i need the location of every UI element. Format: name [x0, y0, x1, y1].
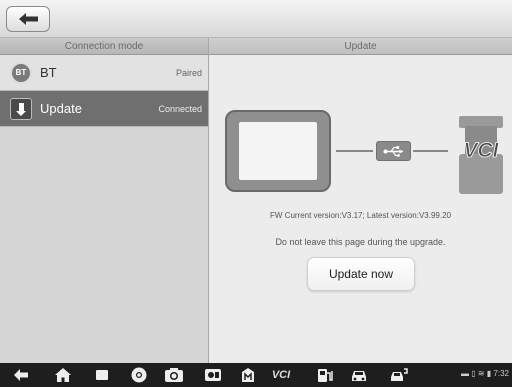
connection-diagram: VCI	[225, 110, 507, 200]
status-bar-info: ▬ ▯ ≋ ▮ 7:32	[461, 369, 509, 378]
upgrade-warning-text: Do not leave this page during the upgrad…	[275, 237, 446, 247]
vci-device-icon: VCI	[459, 116, 503, 194]
back-nav-icon[interactable]	[12, 366, 30, 384]
tablet-icon	[225, 110, 331, 192]
vci-nav-label: VCI	[271, 369, 291, 381]
update-header: Update	[209, 38, 512, 55]
connection-item-label: Update	[40, 101, 82, 116]
back-arrow-icon	[19, 13, 38, 25]
gas-station-icon[interactable]	[314, 366, 336, 384]
screen-record-icon[interactable]	[202, 366, 224, 384]
firmware-version-text: FW Current version:V3.17; Latest version…	[270, 211, 451, 220]
home-icon[interactable]	[52, 366, 74, 384]
browser-icon[interactable]	[128, 366, 150, 384]
connection-status: Connected	[158, 104, 202, 114]
bottom-nav-bar: VCI ▬ ▯ ≋ ▮ 7:32	[0, 363, 512, 387]
connection-status: Paired	[175, 68, 202, 78]
update-panel: Update VCI FW Current version:V3.17; Lat…	[209, 38, 512, 363]
connection-item-update[interactable]: Update Connected	[0, 91, 208, 127]
vci-nav-icon[interactable]: VCI	[268, 366, 294, 384]
recent-apps-icon[interactable]	[93, 366, 111, 384]
camera-icon[interactable]	[163, 366, 185, 384]
connection-item-bt[interactable]: BT BT Paired	[0, 55, 208, 91]
connection-mode-header: Connection mode	[0, 38, 208, 55]
top-toolbar	[0, 0, 512, 38]
back-button[interactable]	[6, 6, 50, 32]
connection-mode-panel: Connection mode BT BT Paired Update Conn…	[0, 38, 209, 363]
car-service-icon[interactable]	[386, 366, 410, 384]
connection-line	[413, 150, 448, 152]
vci-device-label: VCI	[463, 139, 499, 162]
usb-icon	[376, 141, 411, 161]
update-now-button[interactable]: Update now	[307, 257, 415, 291]
update-download-icon	[10, 98, 32, 120]
connection-item-label: BT	[40, 65, 57, 80]
status-time: 7:32	[493, 369, 509, 378]
connection-line	[336, 150, 373, 152]
bluetooth-icon: BT	[10, 62, 32, 84]
maxisys-home-icon[interactable]	[238, 366, 258, 384]
car-icon[interactable]	[348, 366, 370, 384]
tablet-screen	[239, 122, 317, 180]
notification-icons: ▬ ▯ ≋ ▮	[461, 369, 492, 378]
